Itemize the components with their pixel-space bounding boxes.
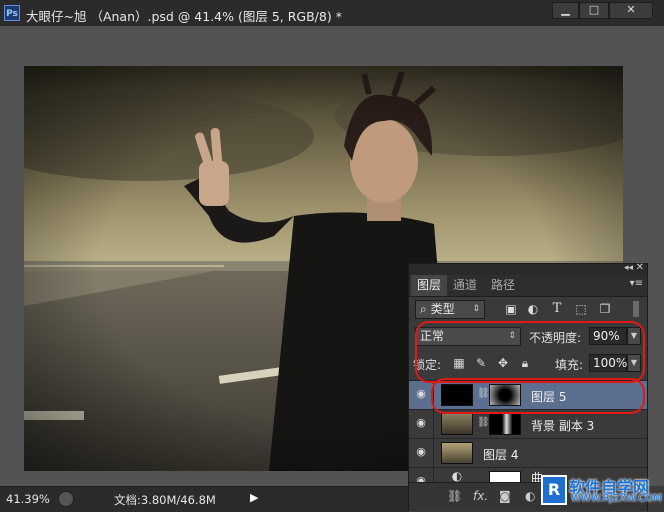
watermark-logo-icon: R [541, 475, 567, 505]
blend-row: 正常 ⇕ 不透明度: 90% ▼ [409, 324, 647, 348]
fill-dropdown-icon[interactable]: ▼ [627, 354, 641, 372]
document-title: 大眼仔~旭 （Anan）.psd @ 41.4% (图层 5, RGB/8) * [26, 9, 342, 24]
status-menu-arrow-icon[interactable]: ▶ [250, 491, 258, 504]
collapse-panel-icon[interactable]: ◂◂ [624, 263, 633, 273]
layer-thumbnail[interactable] [441, 442, 473, 464]
blend-mode-value: 正常 [420, 329, 445, 343]
lock-all-icon[interactable]: 🔒︎ [517, 356, 533, 371]
fill-label: 填充: [555, 358, 584, 372]
smart-object-filter-icon[interactable]: ❐ [597, 302, 613, 316]
tab-paths[interactable]: 路径 [485, 275, 521, 296]
opacity-dropdown-icon[interactable]: ▼ [627, 327, 641, 345]
fill-field[interactable]: 100% [589, 354, 627, 372]
status-info-icon[interactable] [58, 491, 74, 507]
panel-menu-icon[interactable]: ▾≡ [630, 278, 643, 289]
filter-kind-select[interactable]: ⌕ 类型 ⇕ [415, 300, 485, 319]
title-bar: Ps 大眼仔~旭 （Anan）.psd @ 41.4% (图层 5, RGB/8… [0, 0, 664, 27]
filter-row: ⌕ 类型 ⇕ ▣ ◐ T ⬚ ❐ [409, 298, 647, 322]
blend-mode-select[interactable]: 正常 ⇕ [415, 327, 521, 346]
watermark-logo: R 软件自学网 WWW.RJZXW.COM [541, 475, 662, 507]
eye-icon[interactable]: ◉ [412, 387, 430, 400]
watermark-url: WWW.RJZXW.COM [571, 493, 662, 504]
type-filter-icon[interactable]: T [549, 301, 565, 316]
layer-thumbnail[interactable] [441, 413, 473, 435]
link-mask-icon[interactable]: ⛓ [477, 417, 490, 428]
tab-layers[interactable]: 图层 [411, 275, 448, 296]
filter-toggle[interactable] [633, 301, 639, 317]
maximize-button[interactable]: □ [579, 2, 609, 19]
mask-thumbnail[interactable] [489, 471, 521, 482]
opacity-label: 不透明度: [529, 331, 582, 345]
layer-thumbnail[interactable] [441, 384, 473, 406]
visibility-column: ◉ [409, 381, 434, 409]
link-mask-icon[interactable]: ⛓ [477, 388, 490, 399]
tab-channels[interactable]: 通道 [447, 275, 483, 296]
mask-thumbnail[interactable] [489, 413, 521, 435]
visibility-column: ◉ [409, 410, 434, 438]
adjustment-icon[interactable]: ◐ [525, 489, 535, 503]
layer-row-background-copy3[interactable]: ◉ ⛓ 背景 副本 3 [409, 409, 647, 438]
image-filter-icon[interactable]: ▣ [503, 302, 519, 316]
adjustment-filter-icon[interactable]: ◐ [525, 302, 541, 316]
fx-icon[interactable]: fx. [473, 489, 488, 503]
photoshop-logo-icon: Ps [4, 5, 20, 21]
zoom-level[interactable]: 41.39% [6, 492, 50, 506]
search-icon: ⌕ [420, 302, 427, 316]
panel-tabs: 图层 通道 路径 ▾≡ [409, 275, 647, 297]
lock-image-pixels-icon[interactable]: ✎ [473, 356, 489, 370]
chevron-updown-icon: ⇕ [508, 331, 516, 341]
lock-position-icon[interactable]: ✥ [495, 356, 511, 370]
eye-icon[interactable]: ◉ [412, 474, 430, 482]
layer-row-layer4[interactable]: ◉ 图层 4 [409, 438, 647, 467]
status-bar: 41.39% 文档:3.80M/46.8M ▶ [0, 486, 408, 512]
lock-label: 锁定: [413, 358, 442, 372]
mask-thumbnail[interactable] [489, 384, 521, 406]
add-mask-icon[interactable]: ◙ [499, 489, 511, 503]
layer-name[interactable]: 图层 5 [531, 388, 566, 405]
visibility-column: ◉ [409, 439, 434, 467]
shape-filter-icon[interactable]: ⬚ [573, 302, 589, 316]
opacity-field[interactable]: 90% [589, 327, 627, 345]
chevron-updown-icon: ⇕ [472, 304, 480, 314]
filter-kind-label: 类型 [430, 302, 455, 316]
close-button[interactable]: ✕ [609, 2, 653, 19]
lock-row: 锁定: ▦ ✎ ✥ 🔒︎ 填充: 100% ▼ [409, 352, 647, 376]
lock-transparent-pixels-icon[interactable]: ▦ [451, 356, 467, 370]
layer-row-layer5[interactable]: ◉ ⛓ 图层 5 [409, 380, 647, 409]
layer-name[interactable]: 背景 副本 3 [531, 417, 594, 434]
layer-name[interactable]: 图层 4 [483, 446, 518, 463]
eye-icon[interactable]: ◉ [412, 445, 430, 458]
minimize-button[interactable]: ▁ [552, 2, 579, 19]
adjustment-layer-icon: ◐ [451, 469, 463, 482]
panel-header-strip: ◂◂ ✕ [409, 262, 647, 275]
link-icon[interactable]: ⛓ [447, 489, 462, 503]
close-panel-icon[interactable]: ✕ [636, 262, 644, 273]
eye-icon[interactable]: ◉ [412, 416, 430, 429]
document-size: 文档:3.80M/46.8M [114, 493, 216, 507]
visibility-column: ◉ [409, 468, 434, 482]
